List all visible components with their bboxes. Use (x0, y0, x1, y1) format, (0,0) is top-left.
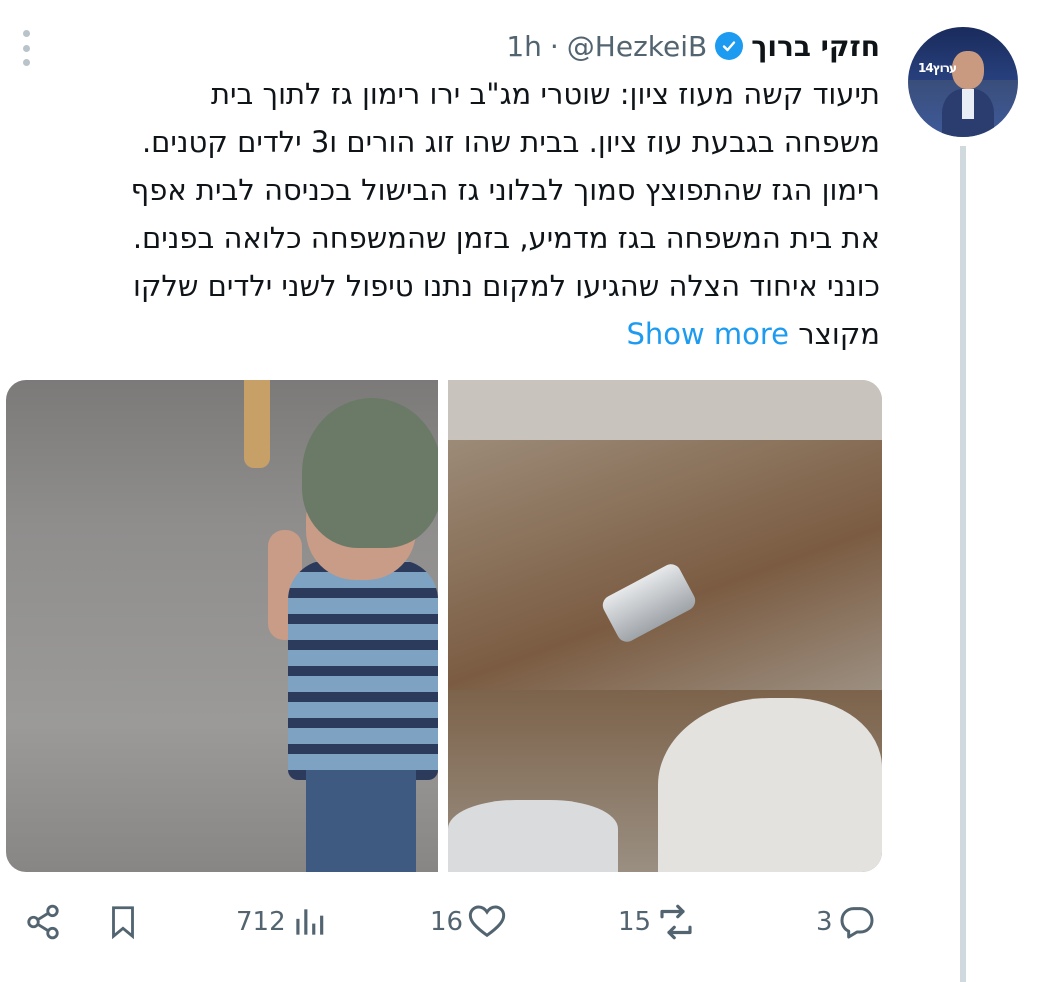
tweet-header: חזקי ברוך @HezkeiB · 1h (506, 26, 880, 66)
views-chart-icon (295, 909, 323, 935)
verified-badge-icon (715, 32, 744, 60)
tweet-text: תיעוד קשה מעוז ציון: שוטרי מג"ב ירו רימו… (20, 70, 880, 358)
bookmark-icon (112, 906, 134, 940)
views-button[interactable]: 712 (236, 896, 328, 948)
media-gallery (6, 380, 882, 872)
reply-count: 3 (816, 907, 833, 937)
plastic-basket (448, 800, 618, 872)
tweet-text-line: מקוצר Show more (20, 310, 880, 358)
tweet-text-line: רימון הגז שהתפוצץ סמוך לבלוני גז הבישול … (130, 173, 880, 207)
header-separator: · (549, 29, 559, 63)
avatar[interactable]: ערוץ14 (908, 27, 1018, 137)
tweet-text-line: תיעוד קשה מעוז ציון: שוטרי מג"ב ירו רימו… (210, 77, 880, 111)
repost-icon (660, 904, 692, 940)
child-legs (306, 770, 416, 872)
show-more-link[interactable]: Show more (626, 317, 789, 351)
avatar-channel-logo: ערוץ14 (918, 61, 957, 75)
reply-icon (840, 907, 874, 939)
thread-line (960, 146, 966, 982)
child-kippah (302, 398, 438, 548)
repost-count: 15 (618, 907, 652, 937)
repost-button[interactable]: 15 (618, 896, 697, 948)
more-options-icon[interactable] (18, 30, 34, 66)
heart-icon (468, 905, 506, 938)
bookmark-button[interactable] (104, 896, 142, 948)
child-striped-shirt (288, 560, 438, 780)
more-dot (22, 44, 30, 52)
tweet-timestamp[interactable]: 1h (506, 30, 542, 63)
avatar-head (952, 51, 984, 89)
plastic-bag (658, 698, 882, 872)
like-count: 16 (430, 907, 464, 937)
author-name[interactable]: חזקי ברוך (751, 30, 880, 63)
author-handle[interactable]: @HezkeiB (567, 30, 707, 63)
chair-leg (244, 380, 270, 468)
more-dot (22, 59, 30, 66)
tweet-text-fragment: מקוצר (798, 317, 880, 351)
tweet-text-line: את בית המשפחה בגז מדמיע, בזמן שהמשפחה כל… (132, 221, 880, 255)
views-count: 712 (236, 907, 286, 937)
photo-crying-child[interactable] (6, 380, 438, 872)
more-dot (22, 30, 30, 37)
tweet-text-line: כונני איחוד הצלה שהגיעו למקום נתנו טיפול… (132, 269, 880, 303)
share-icon (27, 904, 59, 940)
tweet-actions-bar: 712 16 15 3 (0, 896, 900, 948)
tweet-text-line: משפחה בגבעת עוז ציון. בבית שהו זוג הורים… (141, 125, 880, 159)
reply-button[interactable]: 3 (816, 896, 877, 948)
photo-gas-canister[interactable] (448, 380, 882, 872)
avatar-shirt (962, 89, 974, 119)
like-button[interactable]: 16 (430, 896, 507, 948)
share-button[interactable] (24, 896, 62, 948)
